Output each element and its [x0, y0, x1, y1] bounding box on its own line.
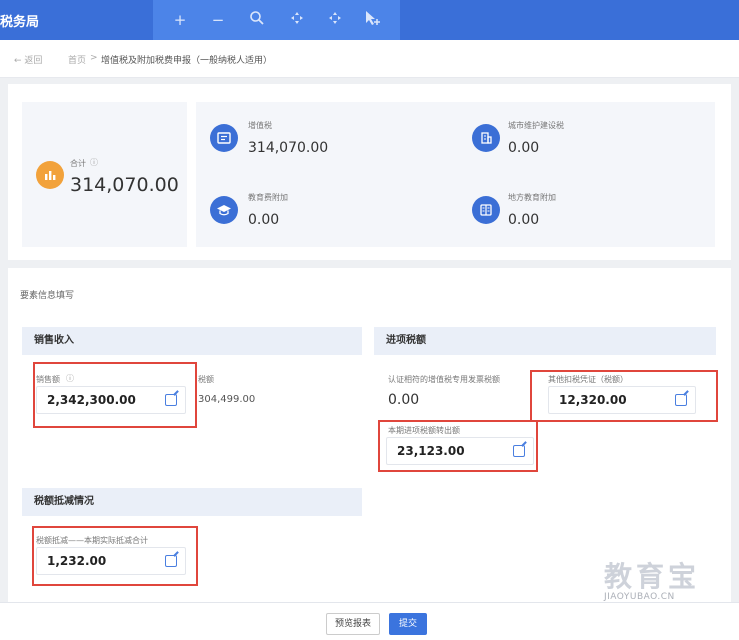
education-surcharge-label: 教育费附加: [248, 193, 288, 202]
section-title: 要素信息填写: [20, 291, 75, 301]
watermark-url: JIAOYUBAO.CN: [604, 592, 675, 602]
footer-bar: 预览报表 提交: [0, 602, 739, 640]
breadcrumb-home[interactable]: 首页: [68, 53, 86, 66]
certified-invoice-value: 0.00: [388, 392, 420, 408]
back-link[interactable]: ← 返回: [14, 53, 42, 66]
education-surcharge-value: 0.00: [248, 212, 280, 228]
app-title: 税务局: [0, 15, 40, 30]
preview-report-button[interactable]: 预览报表: [326, 613, 380, 635]
pan-icon[interactable]: [286, 10, 308, 30]
vat-icon: [210, 124, 238, 152]
sales-tax-value: 304,499.00: [198, 394, 256, 405]
book-icon: [472, 196, 500, 224]
sales-heading: 销售收入: [22, 327, 362, 355]
deduction-heading: 税额抵减情况: [22, 488, 362, 516]
info-icon[interactable]: ⓘ: [90, 157, 98, 168]
breadcrumb: ← 返回 首页 > 增值税及附加税费申报（一般纳税人适用）: [0, 40, 739, 78]
breadcrumb-current: 增值税及附加税费申报（一般纳税人适用）: [101, 56, 273, 66]
graduation-cap-icon: [210, 196, 238, 224]
watermark-logo-text: 教育宝: [604, 560, 701, 593]
local-education-label: 地方教育附加: [508, 193, 556, 202]
total-card: 合计 ⓘ 314,070.00: [22, 102, 187, 247]
zoom-toolbar: + −: [153, 0, 400, 40]
input-tax-heading: 进项税额: [374, 327, 716, 355]
move-icon[interactable]: [324, 10, 346, 30]
highlight-box: [378, 420, 538, 472]
breadcrumb-separator: >: [90, 53, 98, 63]
urban-tax-label: 城市维护建设税: [508, 121, 564, 130]
vat-label: 增值税: [248, 121, 272, 130]
highlight-box: [530, 370, 718, 422]
sales-tax-label: 税额: [198, 375, 214, 384]
magnifier-icon[interactable]: [246, 10, 268, 30]
urban-tax-value: 0.00: [508, 140, 540, 156]
bar-chart-icon: [36, 161, 64, 189]
certified-invoice-label: 认证相符的增值税专用发票税额: [388, 375, 500, 384]
building-icon: [472, 124, 500, 152]
zoom-in-icon[interactable]: +: [169, 10, 191, 30]
submit-button[interactable]: 提交: [389, 613, 427, 635]
top-bar: 税务局 + −: [0, 0, 739, 40]
total-value: 314,070.00: [70, 174, 179, 196]
highlight-box: [32, 526, 198, 586]
local-education-value: 0.00: [508, 212, 540, 228]
watermark: 教育宝 JIAOYUBAO.CN: [604, 560, 724, 603]
tax-breakdown: 增值税 314,070.00 城市维护建设税 0.00 教育费附加 0.00 地…: [196, 102, 715, 247]
total-label: 合计: [70, 159, 86, 168]
highlight-box: [33, 362, 197, 428]
pointer-add-icon[interactable]: [362, 10, 384, 30]
vat-value: 314,070.00: [248, 140, 329, 156]
zoom-out-icon[interactable]: −: [207, 10, 229, 30]
